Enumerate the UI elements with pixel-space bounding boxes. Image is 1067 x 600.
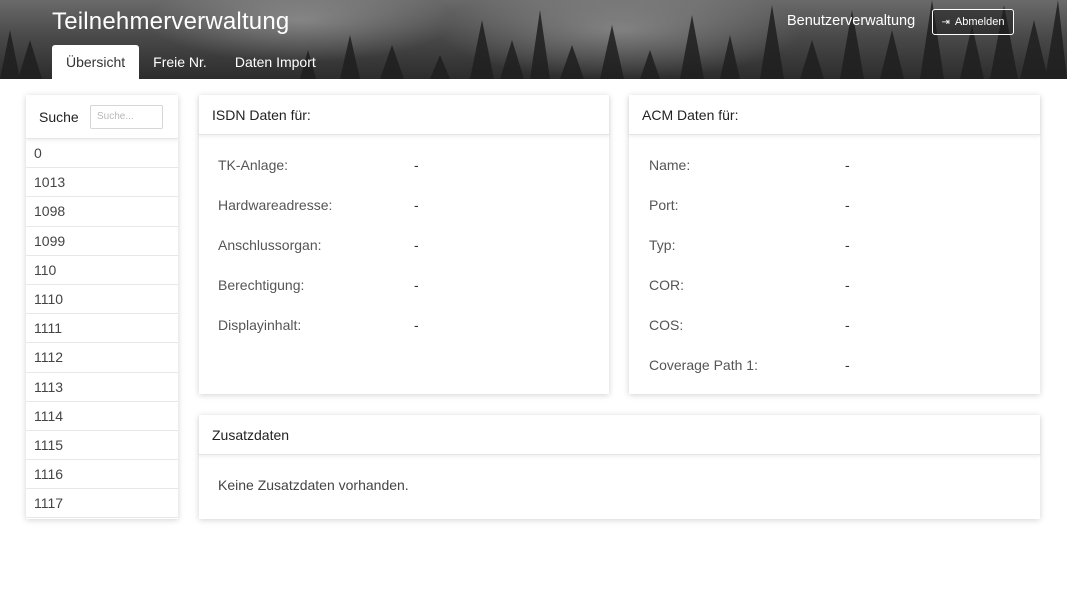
tab-data-import[interactable]: Daten Import: [221, 45, 330, 79]
isdn-card-title: ISDN Daten für:: [199, 95, 609, 135]
acm-field-row: Name: -: [649, 145, 1040, 185]
field-label: COR:: [649, 277, 684, 293]
field-value: -: [845, 157, 850, 173]
list-item[interactable]: 1117: [26, 489, 178, 519]
field-label: Coverage Path 1:: [649, 357, 758, 373]
list-item[interactable]: 1113: [26, 373, 178, 402]
isdn-field-row: Anschlussorgan: -: [218, 225, 609, 265]
field-value: -: [845, 197, 850, 213]
list-item[interactable]: 1111: [26, 314, 178, 344]
field-label: Hardwareadresse:: [218, 197, 333, 213]
acm-field-row: Port: -: [649, 185, 1040, 225]
field-label: Port:: [649, 197, 679, 213]
field-label: COS:: [649, 317, 684, 333]
isdn-field-row: Hardwareadresse: -: [218, 185, 609, 225]
list-item[interactable]: 0: [26, 139, 178, 169]
isdn-field-row: TK-Anlage: -: [218, 145, 609, 185]
field-label: Name:: [649, 157, 691, 173]
field-value: -: [414, 277, 419, 293]
acm-card-body: Name: - Port: - Typ: - COR: - COS: - Cov…: [629, 135, 1040, 385]
field-value: -: [414, 197, 419, 213]
acm-field-row: COS: -: [649, 305, 1040, 345]
field-label: Typ:: [649, 237, 676, 253]
field-value: -: [414, 157, 419, 173]
app-title: Teilnehmerverwaltung: [52, 8, 290, 35]
field-value: -: [414, 237, 419, 253]
field-label: Berechtigung:: [218, 277, 305, 293]
logout-label: Abmelden: [954, 16, 1005, 28]
field-label: Anschlussorgan:: [218, 237, 322, 253]
list-item[interactable]: 110: [26, 256, 178, 285]
isdn-field-row: Displayinhalt: -: [218, 305, 609, 345]
field-label: TK-Anlage:: [218, 157, 289, 173]
number-list: 0 1013 1098 1099 110 1110 1111 1112 1113…: [26, 139, 178, 519]
acm-field-row: Typ: -: [649, 225, 1040, 265]
search-input[interactable]: [90, 104, 163, 129]
field-value: -: [845, 357, 850, 373]
tab-bar: Übersicht Freie Nr. Daten Import: [52, 45, 330, 79]
acm-data-card: ACM Daten für: Name: - Port: - Typ: - CO…: [629, 95, 1040, 394]
tab-free-numbers[interactable]: Freie Nr.: [139, 45, 221, 79]
isdn-data-card: ISDN Daten für: TK-Anlage: - Hardwareadr…: [199, 95, 609, 394]
list-item[interactable]: 1116: [26, 460, 178, 490]
app-header: Teilnehmerverwaltung Benutzerverwaltung …: [0, 0, 1067, 79]
acm-field-row: COR: -: [649, 265, 1040, 305]
isdn-field-row: Berechtigung: -: [218, 265, 609, 305]
logout-button[interactable]: ⇥ Abmelden: [932, 9, 1014, 35]
extra-card-title: Zusatzdaten: [199, 415, 1040, 455]
sign-out-icon: ⇥: [941, 16, 950, 28]
list-item[interactable]: 1112: [26, 343, 178, 373]
user-management-link[interactable]: Benutzerverwaltung: [787, 13, 915, 29]
list-item[interactable]: 1110: [26, 285, 178, 315]
list-item[interactable]: 1098: [26, 197, 178, 227]
list-item[interactable]: 1115: [26, 431, 178, 461]
field-value: -: [845, 237, 850, 253]
field-label: Displayinhalt:: [218, 317, 302, 333]
field-value: -: [845, 317, 850, 333]
number-sidebar: Suche 0 1013 1098 1099 110 1110 1111 111…: [26, 95, 178, 519]
field-value: -: [414, 317, 419, 333]
tab-overview[interactable]: Übersicht: [52, 45, 140, 79]
acm-field-row: Coverage Path 1: -: [649, 345, 1040, 385]
field-value: -: [845, 277, 850, 293]
isdn-card-body: TK-Anlage: - Hardwareadresse: - Anschlus…: [199, 135, 609, 345]
list-item[interactable]: 1099: [26, 227, 178, 256]
list-item[interactable]: 1114: [26, 402, 178, 431]
list-item[interactable]: 1013: [26, 168, 178, 198]
extra-data-card: Zusatzdaten Keine Zusatzdaten vorhanden.: [199, 415, 1040, 519]
search-label: Suche: [39, 108, 79, 125]
extra-card-message: Keine Zusatzdaten vorhanden.: [218, 477, 409, 493]
search-row: Suche: [26, 95, 178, 139]
acm-card-title: ACM Daten für:: [629, 95, 1040, 135]
